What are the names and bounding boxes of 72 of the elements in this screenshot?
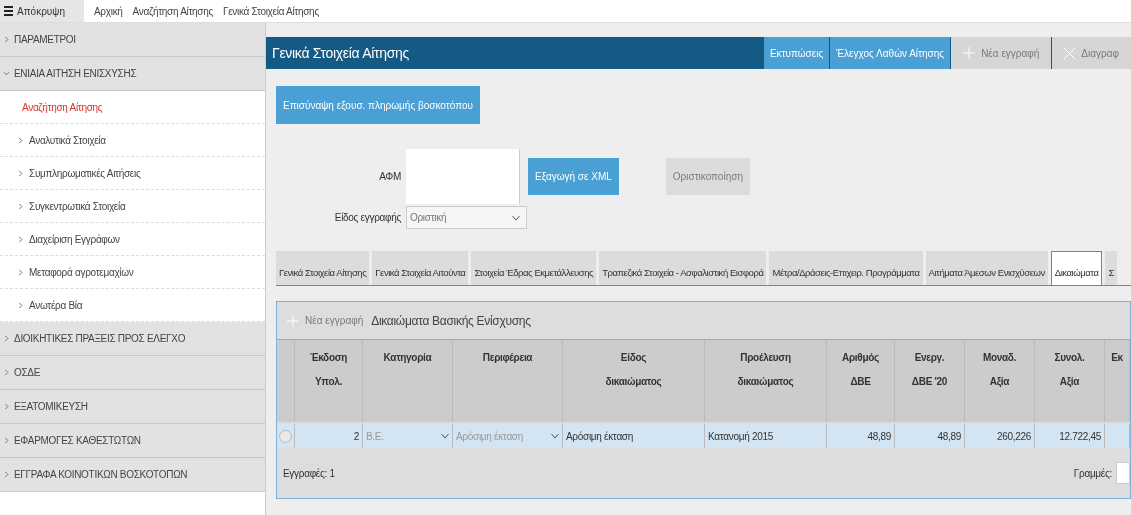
table-cell: 2	[353, 430, 359, 442]
tab[interactable]: Σ	[1105, 251, 1117, 285]
sidebar-section[interactable]: ΕΝΙΑΙΑ ΑΙΤΗΣΗ ΕΝΙΣΧΥΣΗΣ	[0, 57, 265, 91]
chevron-right-icon	[3, 437, 10, 444]
table-cell: Αρόσιμη έκταση	[566, 430, 633, 442]
afm-field[interactable]	[406, 149, 520, 204]
tab[interactable]: Δικαιώματα	[1050, 251, 1103, 285]
hide-menu-button[interactable]: Απόκρυψη	[0, 0, 84, 22]
panel-title: Γενικά Στοιχεία Αίτησης	[271, 45, 411, 61]
rows-label: Γραμμές:	[1073, 467, 1112, 479]
sidebar-section[interactable]: ΠΑΡΑΜΕΤΡΟΙ	[0, 23, 265, 57]
table-cell: 48,89	[937, 430, 961, 442]
tab[interactable]: Γενικά Στοιχεία Αίτησης	[276, 251, 370, 285]
menu-icon	[4, 6, 13, 16]
caret-icon	[551, 433, 559, 439]
caret-icon	[441, 433, 449, 439]
row-radio[interactable]	[279, 429, 292, 443]
chevron-right-icon	[3, 403, 10, 410]
sidebar-item[interactable]: Διαχείριση Εγγράφων	[0, 223, 265, 256]
column-header: Προέλευση δικαιώματος	[737, 352, 794, 387]
chevron-right-icon	[17, 235, 24, 243]
column-header: Περιφέρεια	[482, 352, 533, 363]
sidebar-section[interactable]: ΕΦΑΡΜΟΓΕΣ ΚΑΘΕΣΤΩΤΩΝ	[0, 424, 265, 458]
tab[interactable]: Γενικά Στοιχεία Αιτούντα	[372, 251, 469, 285]
sidebar-item[interactable]: Συμπληρωματικές Αιτήσεις	[0, 157, 265, 190]
afm-label: ΑΦΜ	[378, 171, 402, 182]
chevron-right-icon	[17, 169, 24, 177]
column-header: Εκ	[1111, 352, 1123, 363]
tab[interactable]: Αιτήματα Άμεσων Ενισχύσεων	[925, 251, 1048, 285]
table-cell: Κατανομή 2015	[708, 430, 773, 442]
column-header: Κατηγορία	[383, 352, 432, 363]
chevron-down-icon	[3, 70, 10, 77]
column-header: Μοναδ. Αξία	[982, 352, 1017, 387]
column-header: Συνολ. Αξία	[1054, 352, 1085, 387]
chevron-right-icon	[3, 335, 10, 342]
sidebar-section[interactable]: ΕΞΑΤΟΜΙΚΕΥΣΗ	[0, 390, 265, 424]
chevron-right-icon	[17, 301, 24, 309]
chevron-right-icon	[17, 268, 24, 276]
grid-title: Δικαιώματα Βασικής Ενίσχυσης	[371, 313, 531, 328]
column-header: Είδος δικαιώματος	[605, 352, 662, 387]
table-cell: 48,89	[867, 430, 891, 442]
sidebar-section[interactable]: ΔΙΟΙΚΗΤΙΚΕΣ ΠΡΑΞΕΙΣ ΠΡΟΣ ΕΛΕΓΧΟ	[0, 322, 265, 356]
breadcrumb-link[interactable]: Γενικά Στοιχεία Αίτησης	[223, 5, 319, 17]
record-type-label: Είδος εγγραφής	[333, 212, 402, 223]
sidebar-item[interactable]: Αναζήτηση Αίτησης	[0, 91, 265, 124]
tab[interactable]: Μέτρα/Δράσεις-Επιχειρ. Προγράμματα	[769, 251, 923, 285]
breadcrumb-link[interactable]: Αναζήτηση Αίτησης	[132, 5, 213, 17]
record-type-select[interactable]: Οριστική	[406, 206, 527, 229]
close-icon	[1064, 47, 1076, 59]
column-header: Αριθμός ΔΒΕ	[842, 352, 879, 387]
sidebar-section[interactable]: ΟΣΔΕ	[0, 356, 265, 390]
record-count: Εγγραφές: 1	[283, 467, 335, 479]
sidebar-item[interactable]: Μεταφορά αγροτεμαχίων	[0, 256, 265, 289]
table-cell: 260,226	[996, 430, 1031, 442]
breadcrumb-link[interactable]: Αρχική	[94, 5, 123, 17]
sidebar-item[interactable]: Αναλυτικά Στοιχεία	[0, 124, 265, 157]
rows-field[interactable]	[1116, 462, 1130, 484]
chevron-right-icon	[3, 36, 10, 43]
plus-icon	[963, 47, 976, 59]
sidebar-item[interactable]: Συγκεντρωτικά Στοιχεία	[0, 190, 265, 223]
column-header: Έκδοση Υπολ.	[309, 352, 348, 387]
tab[interactable]: Τραπεζικά Στοιχεία - Ασφαλιστική Εισφορά	[599, 251, 767, 285]
chevron-right-icon	[17, 202, 24, 210]
plus-icon	[287, 314, 299, 327]
chevron-right-icon	[3, 369, 10, 376]
table-cell: 12.722,45	[1059, 430, 1101, 442]
chevron-right-icon	[17, 136, 24, 144]
column-header: Ενεργ. ΔΒΕ '20	[911, 352, 948, 387]
chevron-right-icon	[3, 471, 10, 478]
tab[interactable]: Στοιχεία Έδρας Εκμετάλλευσης	[471, 251, 597, 285]
caret-icon	[512, 214, 520, 221]
sidebar-section[interactable]: ΕΓΓΡΑΦΑ ΚΟΙΝΟΤΙΚΩΝ ΒΟΣΚΟΤΟΠΩΝ	[0, 458, 265, 492]
